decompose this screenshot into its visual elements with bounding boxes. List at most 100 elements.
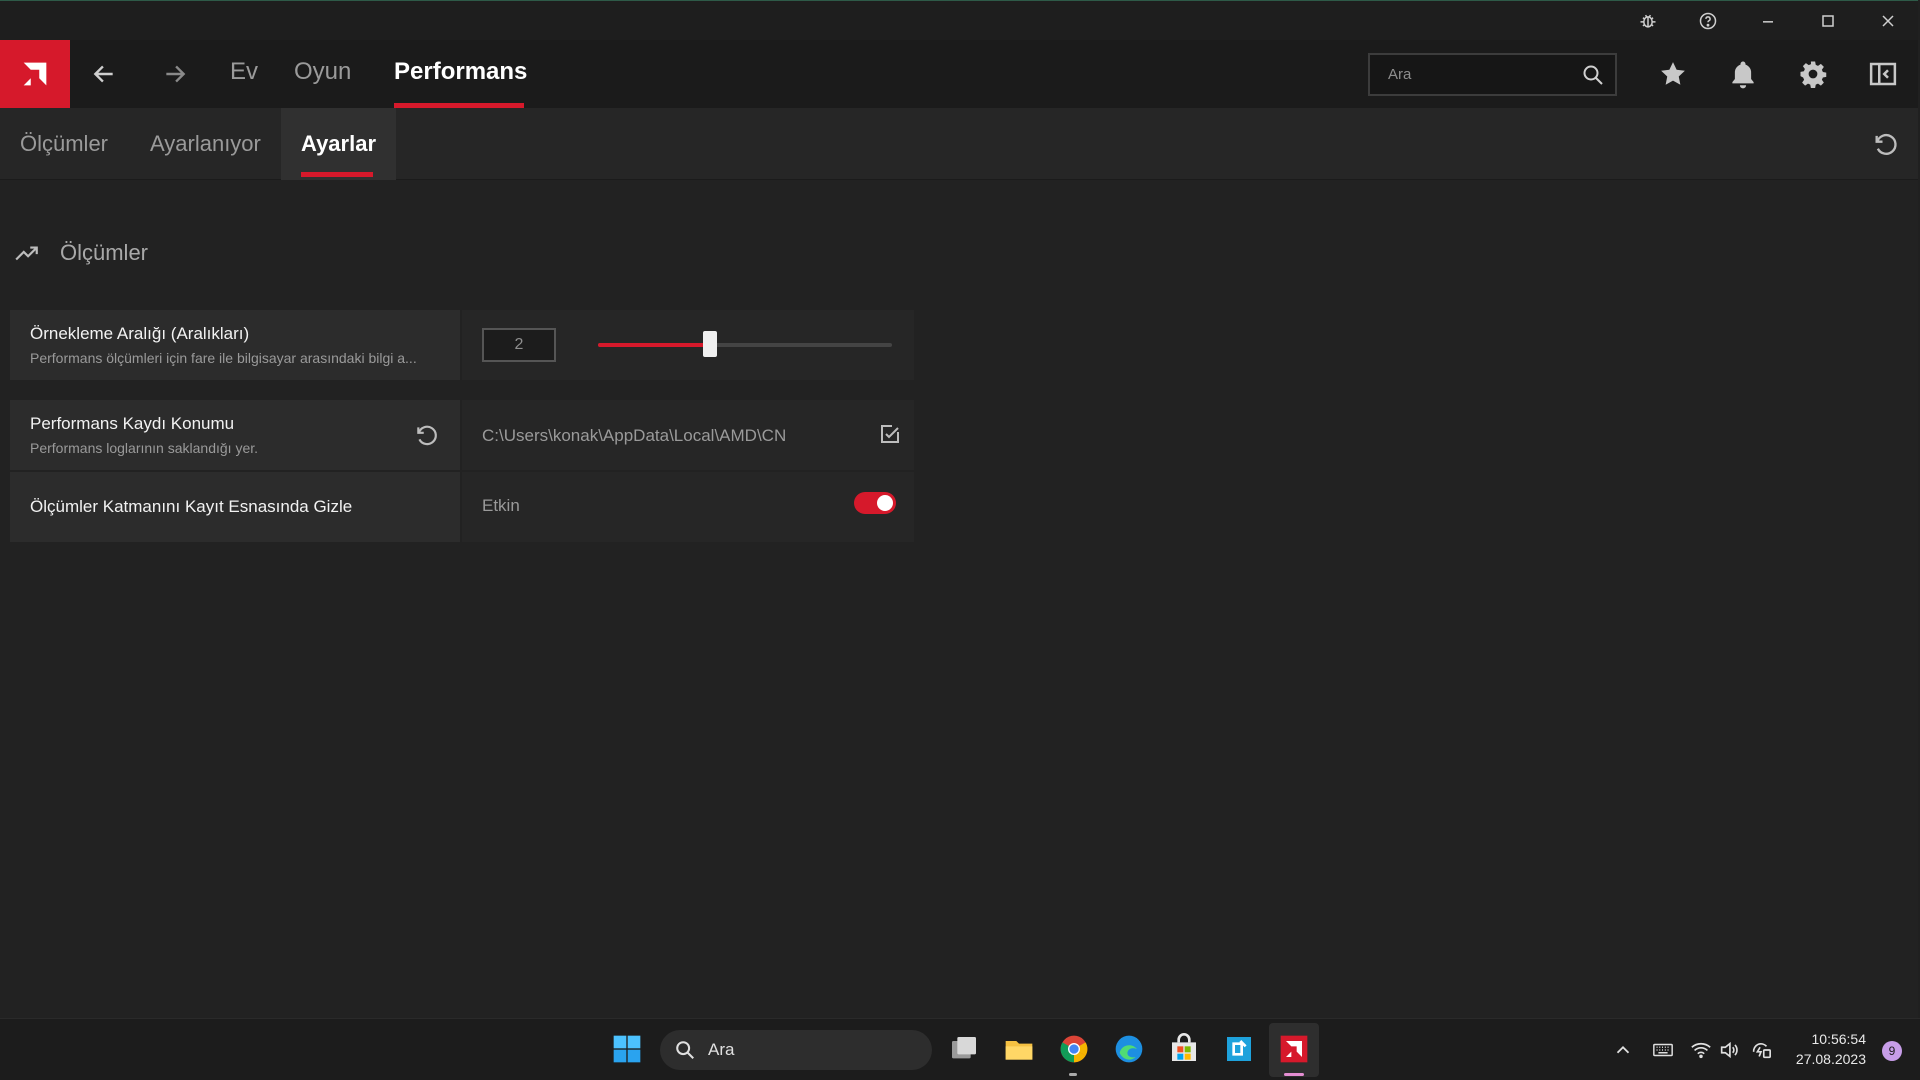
setting-label: Ölçümler Katmanını Kayıt Esnasında Gizle (10, 472, 460, 542)
log-path-value: C:\Users\konak\AppData\Local\AMD\CN (482, 426, 787, 445)
keyboard-icon (1653, 1043, 1673, 1057)
tab-olcumler[interactable]: Ölçümler (0, 108, 128, 180)
bug-report-button[interactable] (1618, 1, 1678, 41)
taskbar-search[interactable]: Ara (660, 1030, 932, 1070)
windows-taskbar: Ara 10:56:54 27.08.2023 9 (0, 1018, 1920, 1080)
sub-navigation: Ölçümler Ayarlanıyor Ayarlar (0, 108, 1918, 180)
hide-overlay-toggle[interactable] (854, 492, 896, 514)
amd-software-button[interactable] (1276, 1031, 1312, 1067)
amd-logo-icon (23, 62, 47, 86)
setting-row-hide-overlay: Ölçümler Katmanını Kayıt Esnasında Gizle… (10, 472, 914, 542)
arrow-right-icon (166, 65, 186, 83)
setting-row-sampling: Örnekleme Aralığı (Aralıkları) Performan… (10, 310, 914, 380)
reset-icon[interactable] (414, 422, 440, 448)
chevron-up-icon (1616, 1045, 1630, 1054)
favorites-button[interactable] (1656, 57, 1690, 91)
notification-badge[interactable]: 9 (1882, 1041, 1902, 1061)
tab-ev[interactable]: Ev (230, 58, 258, 86)
setting-label: Performans Kaydı Konumu Performans logla… (10, 400, 460, 470)
task-view-button[interactable] (946, 1031, 982, 1067)
windows-start-icon (613, 1035, 641, 1063)
back-button[interactable] (82, 52, 126, 96)
setting-title: Ölçümler Katmanını Kayıt Esnasında Gizle (30, 497, 353, 516)
arrow-left-icon (93, 65, 113, 83)
toggle-state-label: Etkin (482, 496, 520, 515)
chrome-button[interactable] (1056, 1031, 1092, 1067)
search-input[interactable] (1370, 55, 1570, 94)
maximize-icon (1822, 15, 1834, 27)
bug-icon (1640, 14, 1656, 28)
setting-control: C:\Users\konak\AppData\Local\AMD\CN (462, 400, 914, 470)
reset-icon[interactable] (1872, 130, 1900, 158)
slider-fill (598, 343, 710, 347)
search-icon[interactable] (1581, 63, 1605, 87)
active-subtab-indicator (301, 172, 373, 177)
chrome-icon (1060, 1035, 1088, 1063)
title-bar (0, 0, 1918, 40)
tab-ayarlar[interactable]: Ayarlar (281, 108, 397, 180)
system-clock[interactable]: 10:56:54 27.08.2023 (1796, 1029, 1866, 1069)
help-icon (1699, 12, 1717, 30)
edge-icon (1115, 1035, 1143, 1063)
section-header: Ölçümler (14, 240, 148, 266)
minimize-icon (1763, 21, 1773, 23)
setting-title: Örnekleme Aralığı (Aralıkları) (30, 324, 250, 343)
app-window: Ev Oyun Performans Ölçümler Ayarlanıyor … (0, 0, 1918, 1018)
start-button[interactable] (609, 1031, 645, 1067)
settings-button[interactable] (1796, 57, 1830, 91)
tray-overflow-button[interactable] (1612, 1039, 1634, 1061)
taskbar-search-label: Ara (708, 1040, 735, 1059)
app-icon (1227, 1037, 1251, 1061)
wifi-button[interactable] (1690, 1039, 1712, 1061)
clock-time: 10:56:54 (1811, 1031, 1867, 1047)
tab-performans[interactable]: Performans (394, 58, 527, 86)
close-icon (1882, 15, 1894, 27)
setting-row-log-location: Performans Kaydı Konumu Performans logla… (10, 400, 914, 470)
running-indicator (1069, 1073, 1077, 1076)
wifi-icon (1691, 1042, 1711, 1059)
amd-icon (1280, 1035, 1308, 1063)
slider-thumb[interactable] (703, 331, 717, 357)
minimize-button[interactable] (1738, 1, 1798, 41)
star-icon (1661, 62, 1685, 85)
amd-logo[interactable] (0, 40, 70, 108)
setting-control: 2 (462, 310, 914, 380)
search-icon (676, 1041, 694, 1059)
volume-icon (1720, 1041, 1738, 1059)
setting-description: Performans ölçümleri için fare ile bilgi… (30, 350, 417, 366)
search-box (1368, 53, 1617, 96)
setting-label: Örnekleme Aralığı (Aralıkları) Performan… (10, 310, 460, 380)
battery-charging-icon (1752, 1042, 1771, 1059)
volume-button[interactable] (1718, 1039, 1740, 1061)
notifications-button[interactable] (1726, 57, 1760, 91)
setting-description: Performans loglarının saklandığı yer. (30, 440, 259, 456)
gear-icon (1800, 61, 1827, 88)
app-button[interactable] (1221, 1031, 1257, 1067)
clock-date: 27.08.2023 (1795, 1051, 1866, 1067)
tab-ayarlaniyor[interactable]: Ayarlanıyor (130, 108, 281, 180)
forward-button[interactable] (153, 52, 197, 96)
sidebar-toggle-button[interactable] (1866, 57, 1900, 91)
section-title: Ölçümler (60, 240, 149, 265)
sampling-value-input[interactable]: 2 (482, 328, 556, 362)
close-button[interactable] (1858, 1, 1918, 41)
trending-up-icon (15, 246, 38, 261)
setting-control: Etkin (462, 472, 914, 542)
browse-folder-icon[interactable] (878, 422, 902, 446)
folder-icon (1005, 1041, 1033, 1060)
edge-button[interactable] (1111, 1031, 1147, 1067)
task-view-icon (952, 1037, 976, 1059)
help-button[interactable] (1678, 1, 1738, 41)
top-navigation: Ev Oyun Performans (0, 40, 1918, 108)
bell-icon (1732, 61, 1754, 89)
microsoft-store-button[interactable] (1166, 1031, 1202, 1067)
store-icon (1172, 1033, 1196, 1061)
sampling-slider[interactable] (598, 331, 892, 357)
battery-button[interactable] (1750, 1039, 1772, 1061)
tab-oyun[interactable]: Oyun (294, 58, 351, 86)
sidebar-panel-icon (1869, 62, 1897, 86)
active-indicator (1284, 1073, 1304, 1076)
maximize-button[interactable] (1798, 1, 1858, 41)
keyboard-button[interactable] (1652, 1039, 1674, 1061)
file-explorer-button[interactable] (1001, 1031, 1037, 1067)
